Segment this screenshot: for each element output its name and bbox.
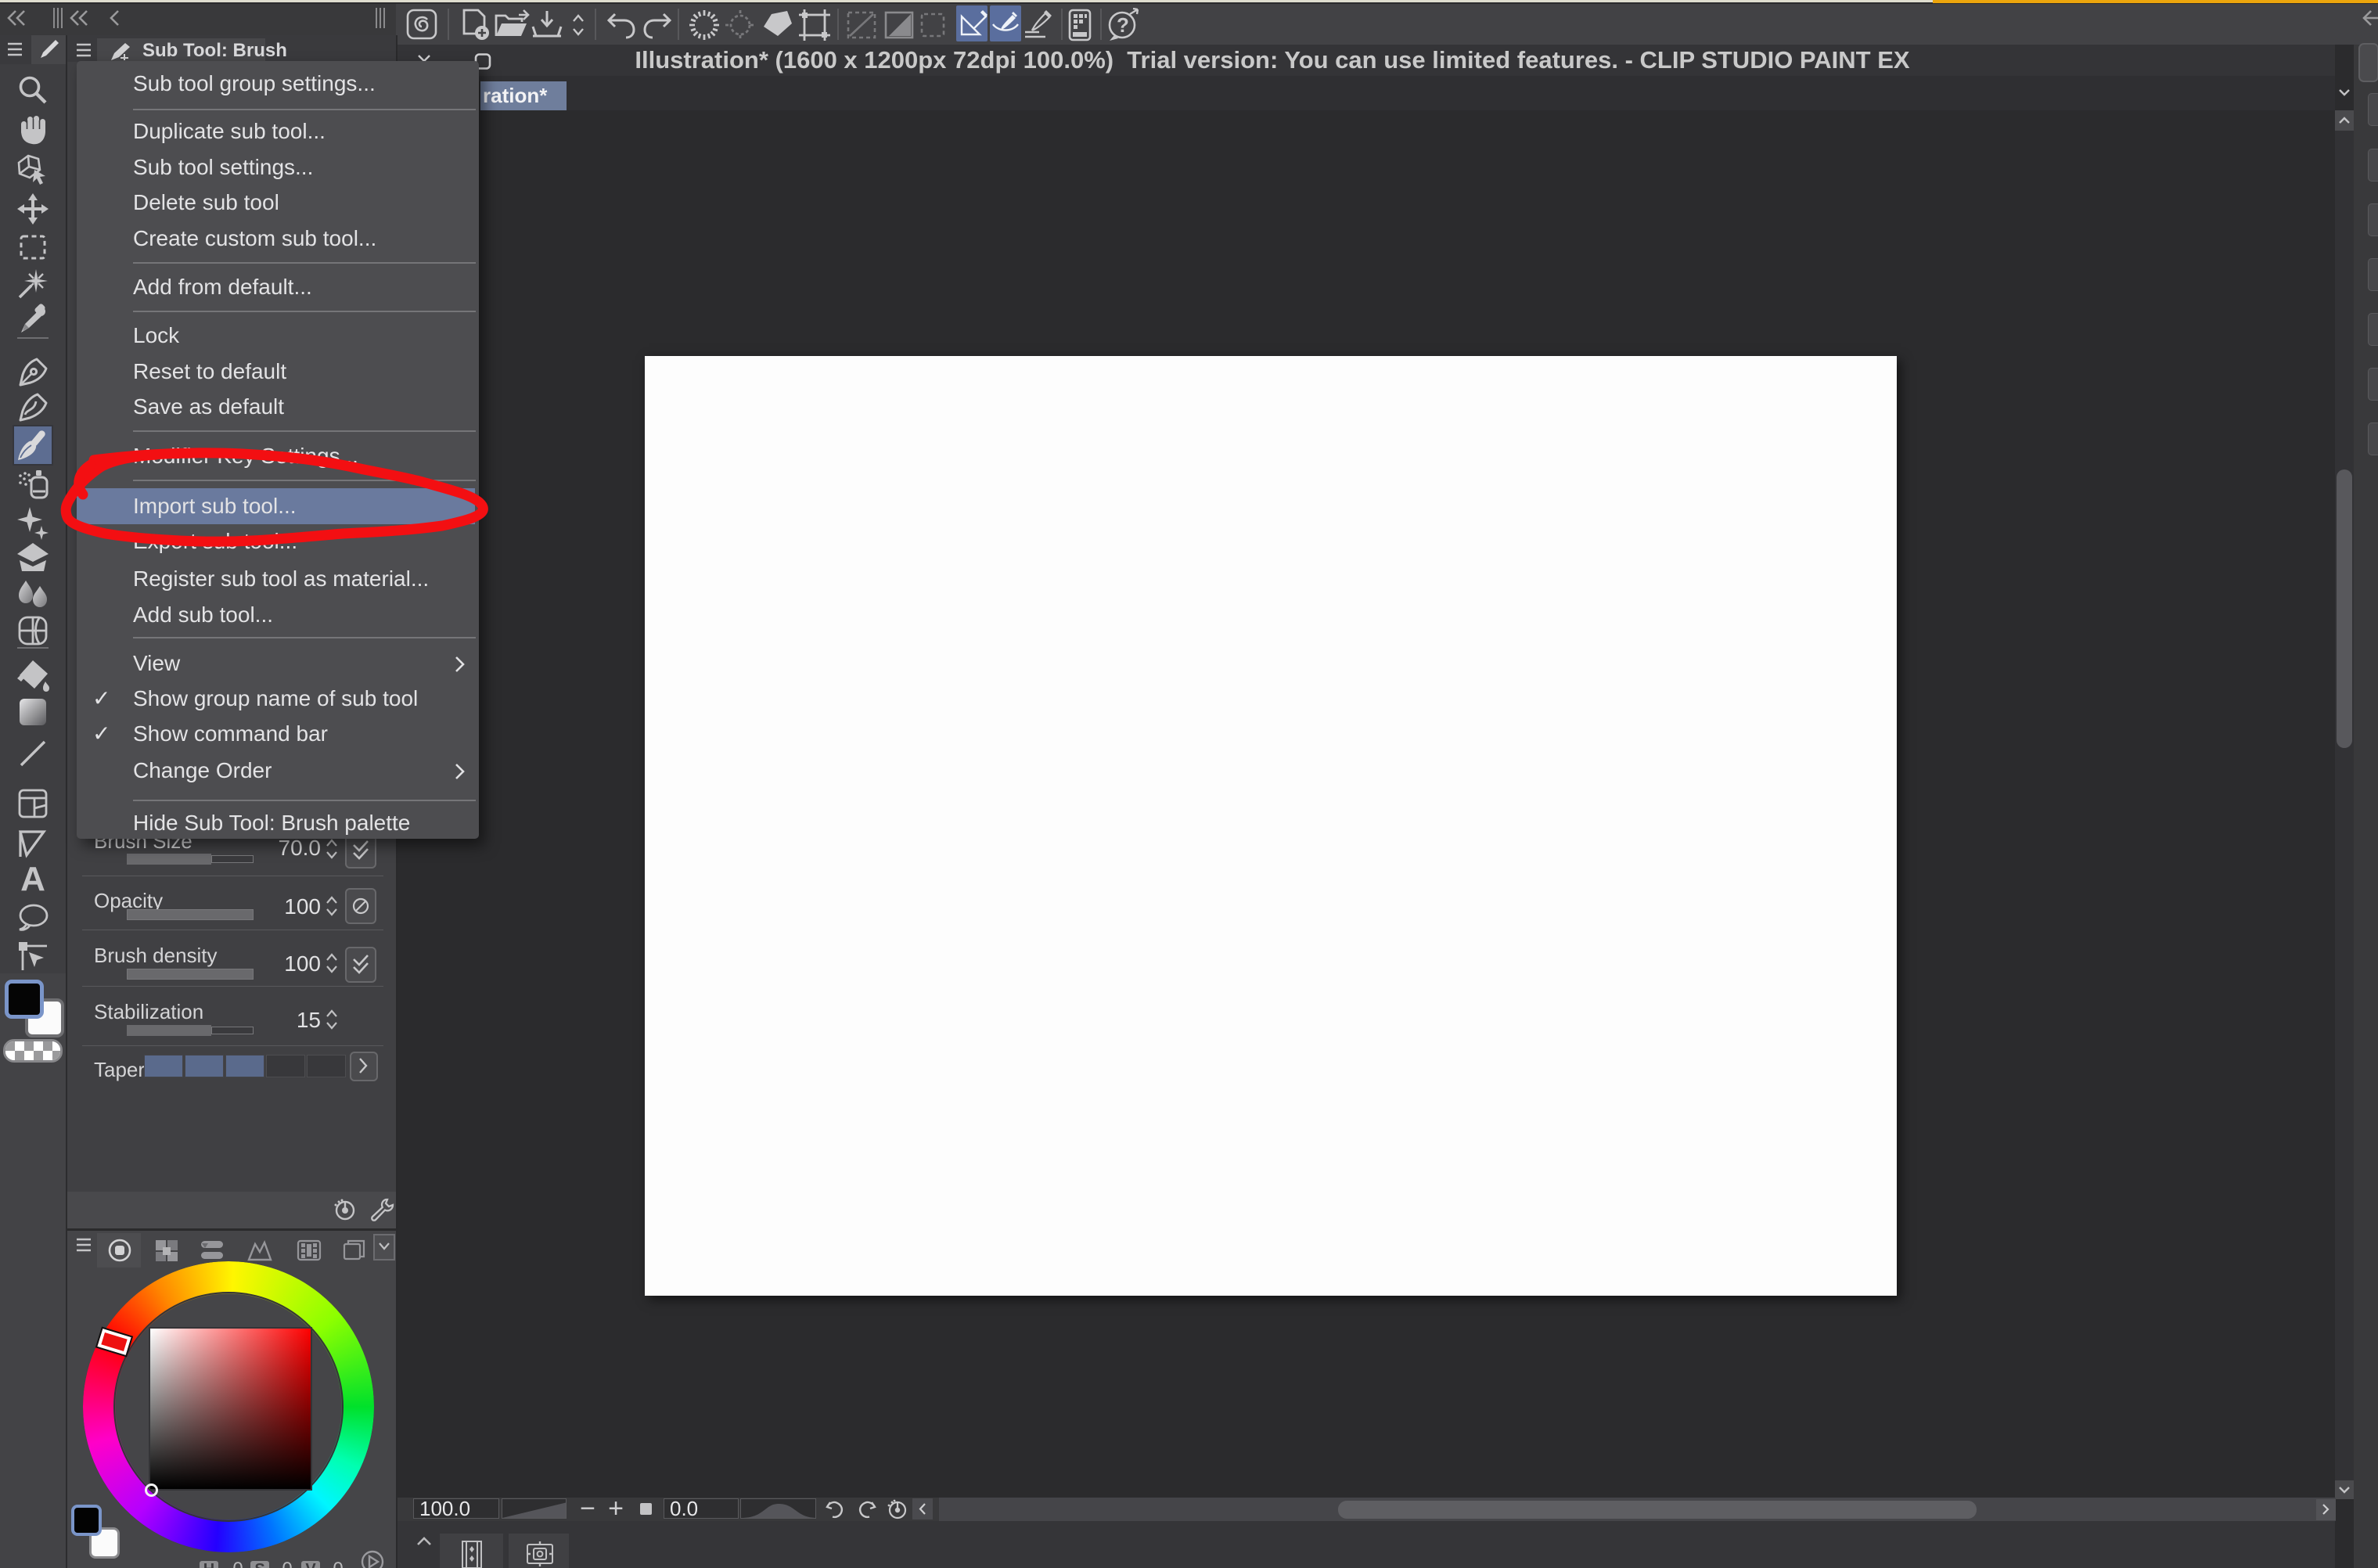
svg-text:?: ? [1117,13,1129,37]
